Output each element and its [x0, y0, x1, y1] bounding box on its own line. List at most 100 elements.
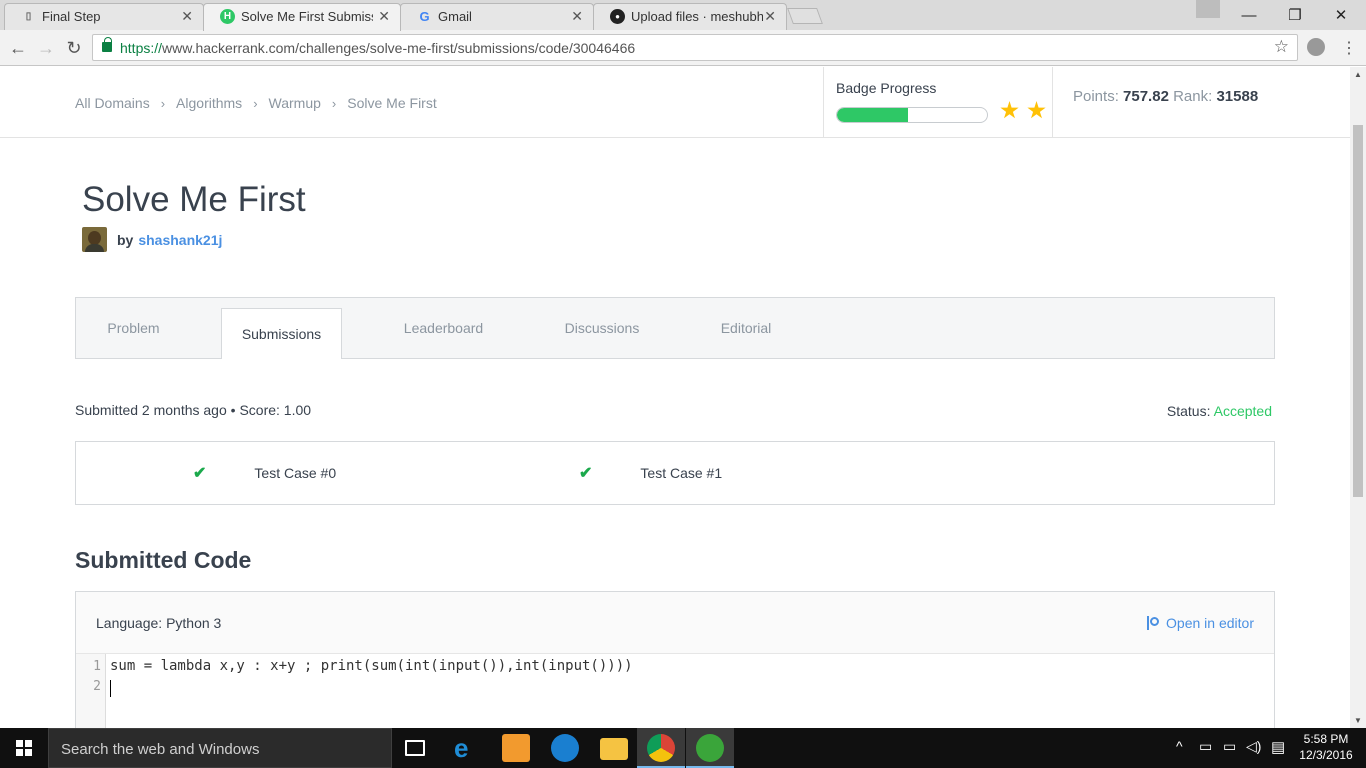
rank-value: 31588: [1216, 88, 1259, 105]
language-label: Language: Python 3: [96, 615, 222, 631]
close-tab-icon[interactable]: ✕: [181, 8, 193, 25]
page-content: All Domains › Algorithms › Warmup › Solv…: [0, 67, 1350, 728]
test-case-label: Test Case #1: [640, 465, 723, 481]
close-tab-icon[interactable]: ✕: [571, 8, 583, 25]
tab-label: Solve Me First Submissio: [241, 9, 373, 24]
chevron-up-icon[interactable]: ^: [1176, 738, 1183, 754]
browser-tab-hackerrank[interactable]: H Solve Me First Submissio ✕: [203, 3, 401, 31]
test-cases: ✔ Test Case #0 ✔ Test Case #1: [75, 441, 1275, 505]
line-gutter: 1 2: [76, 654, 106, 728]
line-number: 2: [93, 679, 101, 694]
download-manager-icon: [696, 734, 724, 762]
avatar[interactable]: [82, 227, 107, 252]
breadcrumb: All Domains › Algorithms › Warmup › Solv…: [75, 95, 437, 111]
chevron-right-icon: ›: [331, 95, 337, 111]
menu-dots-icon[interactable]: ⋮: [1341, 38, 1357, 58]
scrollbar-thumb[interactable]: [1353, 125, 1363, 497]
lock-icon: [102, 37, 112, 52]
test-case-0[interactable]: ✔ Test Case #0: [193, 462, 336, 484]
new-tab-button[interactable]: [787, 8, 823, 24]
author-link[interactable]: shashank21j: [138, 232, 222, 248]
user-profile-icon[interactable]: [1196, 0, 1220, 18]
badge-progress-title: Badge Progress: [836, 80, 937, 96]
windows-taskbar: Search the web and Windows e ^ ▭ ▭ ◁) 5:…: [0, 728, 1366, 768]
tab-discussions[interactable]: Discussions: [546, 298, 658, 358]
breadcrumb-warmup[interactable]: Warmup: [269, 95, 321, 111]
minimize-button[interactable]: —: [1226, 0, 1272, 30]
file-explorer-icon[interactable]: [600, 738, 628, 760]
tab-editorial[interactable]: Editorial: [701, 298, 791, 358]
task-view-icon[interactable]: [405, 740, 425, 756]
text-cursor: [110, 680, 111, 697]
browser-tab-final-step[interactable]: ▯ Final Step ✕: [4, 3, 204, 30]
challenge-tabs: Problem Submissions Leaderboard Discussi…: [75, 297, 1275, 359]
author-line: by shashank21j: [82, 227, 222, 252]
reload-icon[interactable]: ↻: [62, 36, 86, 60]
close-tab-icon[interactable]: ✕: [764, 8, 776, 25]
badge-progress-bar: [836, 107, 988, 123]
github-icon: ●: [610, 9, 625, 24]
scroll-down-icon[interactable]: ▼: [1354, 716, 1362, 725]
submitted-code-title: Submitted Code: [75, 547, 252, 573]
open-in-editor-link[interactable]: Open in editor: [1145, 615, 1254, 631]
tab-label: Gmail: [438, 9, 472, 24]
network-icon[interactable]: ▭: [1199, 738, 1212, 755]
scroll-up-icon[interactable]: ▲: [1354, 70, 1362, 79]
star-icon: [1027, 101, 1046, 119]
close-tab-icon[interactable]: ✕: [378, 8, 390, 25]
extension-icon[interactable]: [1307, 38, 1325, 56]
submission-meta: Submitted 2 months ago • Score: 1.00: [75, 402, 312, 418]
code-panel: Language: Python 3 Open in editor 1 2 su…: [75, 591, 1275, 728]
points-rank: Points: 757.82 Rank: 31588: [1073, 88, 1259, 105]
start-button[interactable]: [0, 728, 48, 768]
breadcrumb-all-domains[interactable]: All Domains: [75, 95, 150, 111]
hackerrank-icon: H: [220, 9, 235, 24]
page-title: Solve Me First: [82, 180, 306, 219]
close-window-button[interactable]: ✕: [1318, 0, 1364, 30]
code-line[interactable]: sum = lambda x,y : x+y ; print(sum(int(i…: [110, 658, 633, 674]
badge-stars: [1000, 101, 1046, 120]
badge-progress-fill: [837, 108, 908, 122]
taskbar-search-box[interactable]: Search the web and Windows: [48, 728, 392, 768]
url-text[interactable]: https://www.hackerrank.com/challenges/so…: [120, 40, 635, 56]
clock-date: 12/3/2016: [1299, 748, 1353, 762]
badge-progress[interactable]: Badge Progress: [823, 67, 1053, 137]
edge-icon[interactable]: e: [454, 734, 482, 762]
chrome-icon: [647, 734, 675, 762]
google-icon: G: [419, 9, 430, 24]
notification-icon[interactable]: ▤: [1271, 738, 1285, 756]
back-arrow-icon[interactable]: ←: [6, 36, 30, 60]
app-icon[interactable]: [551, 734, 579, 762]
system-clock[interactable]: 5:58 PM 12/3/2016: [1296, 731, 1356, 763]
bookmark-star-icon[interactable]: ☆: [1274, 37, 1289, 57]
hackerrank-topbar: All Domains › Algorithms › Warmup › Solv…: [0, 67, 1350, 138]
clock-time: 5:58 PM: [1303, 732, 1349, 746]
browser-tab-strip: ▯ Final Step ✕ H Solve Me First Submissi…: [0, 0, 1366, 31]
battery-icon[interactable]: ▭: [1223, 738, 1236, 755]
status-badge: Status: Accepted: [1166, 403, 1272, 419]
check-icon: ✔: [579, 465, 593, 482]
document-icon: ▯: [25, 11, 32, 22]
uc-browser-icon[interactable]: [502, 734, 530, 762]
page-scrollbar[interactable]: ▲ ▼: [1350, 67, 1366, 728]
volume-icon[interactable]: ◁): [1246, 738, 1261, 755]
browser-tab-gmail[interactable]: G Gmail ✕: [400, 3, 594, 30]
address-bar[interactable]: https://www.hackerrank.com/challenges/so…: [92, 34, 1298, 61]
chevron-right-icon: ›: [253, 95, 258, 111]
code-header: Language: Python 3 Open in editor: [76, 592, 1274, 654]
chevron-right-icon: ›: [160, 95, 166, 111]
restore-button[interactable]: ❐: [1272, 0, 1318, 30]
status-value: Accepted: [1213, 403, 1272, 419]
tab-submissions[interactable]: Submissions: [221, 308, 342, 359]
forward-arrow-icon[interactable]: →: [34, 36, 58, 60]
tab-leaderboard[interactable]: Leaderboard: [381, 298, 506, 358]
breadcrumb-algorithms[interactable]: Algorithms: [176, 95, 242, 111]
breadcrumb-solve-me-first[interactable]: Solve Me First: [347, 95, 436, 111]
browser-tab-github[interactable]: ● Upload files · meshubhar ✕: [593, 3, 787, 30]
tab-problem[interactable]: Problem: [76, 298, 191, 358]
star-icon: [1000, 101, 1019, 119]
test-case-1[interactable]: ✔ Test Case #1: [579, 462, 722, 484]
by-label: by: [117, 231, 134, 248]
tab-label: Final Step: [42, 9, 101, 24]
line-number: 1: [93, 659, 101, 674]
